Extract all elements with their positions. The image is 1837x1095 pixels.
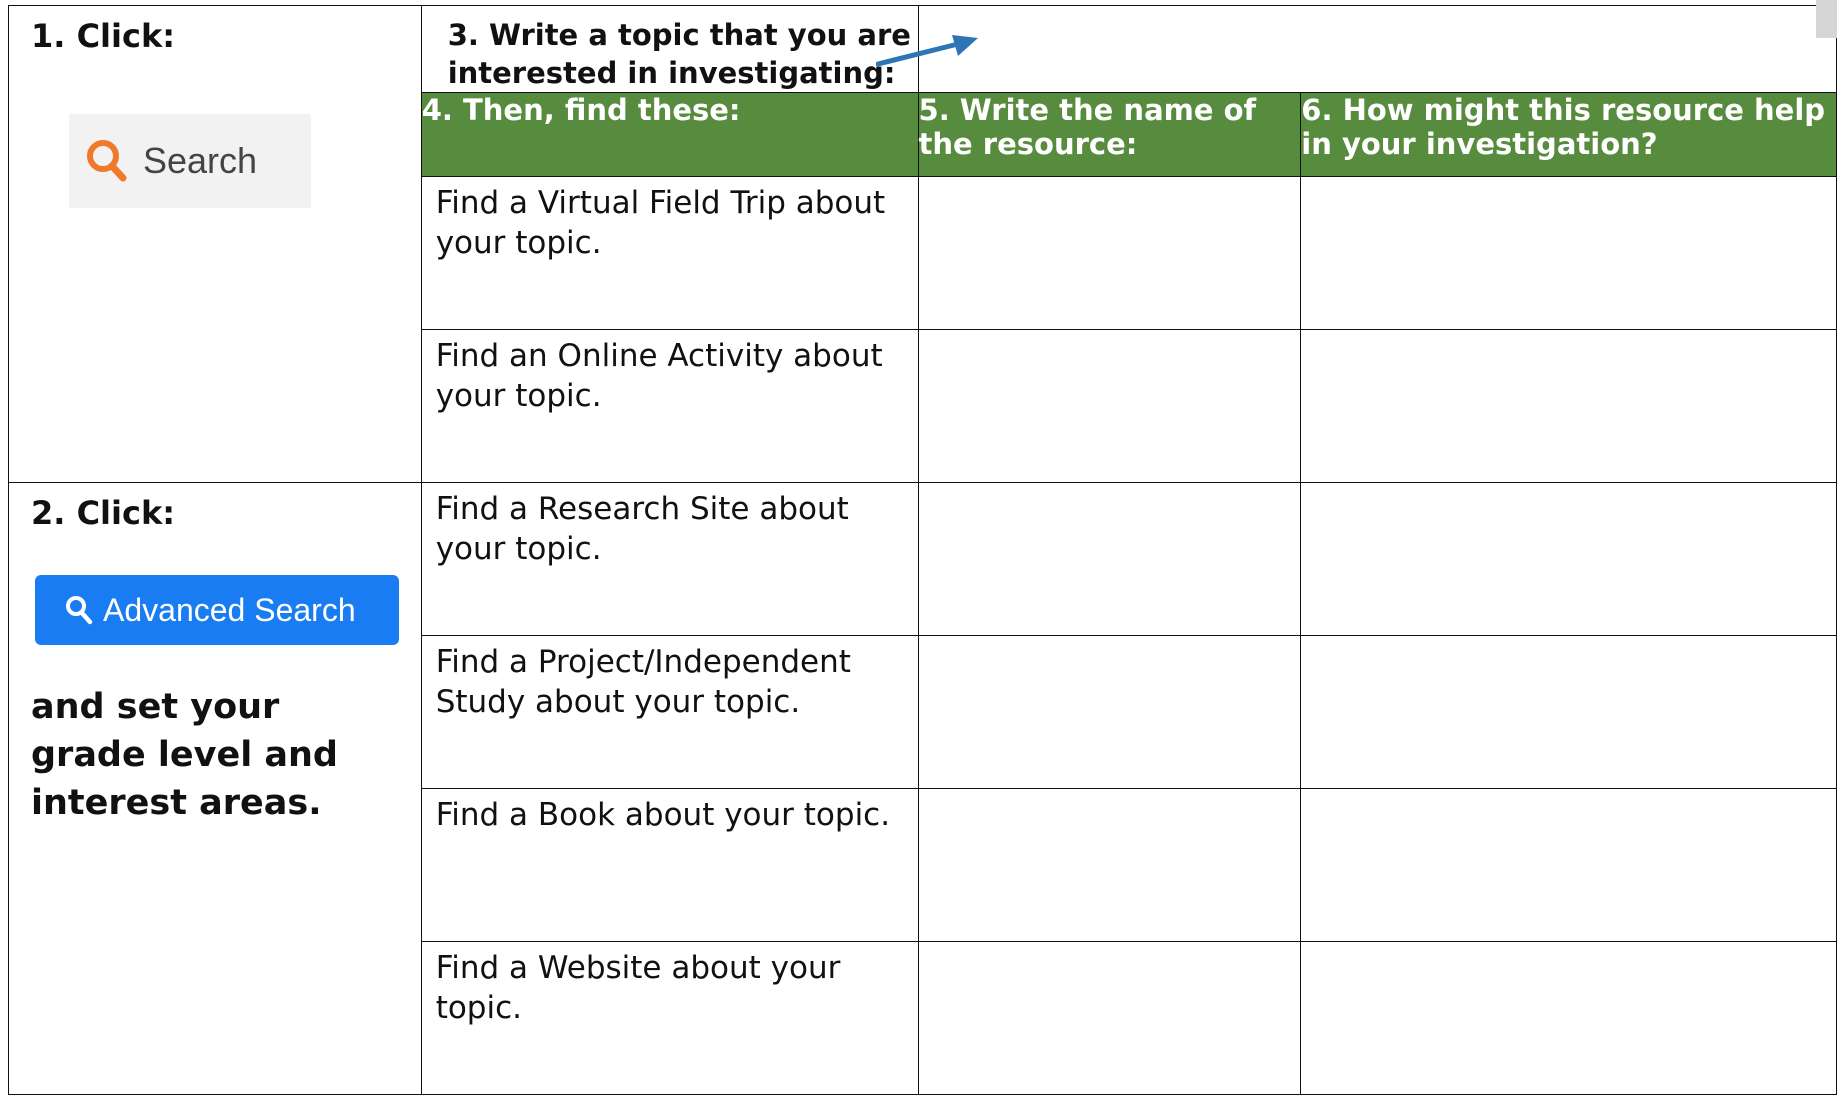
row-prompt-text: Find a Book about your topic. <box>435 797 891 833</box>
search-chip-label: Search <box>143 140 258 181</box>
topic-prompt-cell: 3. Write a topic that you are interested… <box>420 5 978 93</box>
topic-answer-field[interactable] <box>917 5 1837 93</box>
resource-help-field[interactable] <box>1300 941 1837 1095</box>
table-row-prompt: Find an Online Activity about your topic… <box>420 329 919 483</box>
page-edge-tab <box>1816 0 1837 38</box>
row-prompt-text: Find a Research Site about your topic. <box>435 491 849 567</box>
resource-name-field[interactable] <box>917 941 1302 1095</box>
header-how-help: 6. How might this resource help in your … <box>1300 92 1837 177</box>
grade-instructions: and set your grade level and interest ar… <box>31 687 338 823</box>
arrow-icon <box>875 35 978 67</box>
table-row-prompt: Find a Website about your topic. <box>420 941 919 1095</box>
advanced-search-button-label: Advanced Search <box>103 591 356 628</box>
table-row-prompt: Find a Virtual Field Trip about your top… <box>420 176 919 330</box>
header-then-find-label: 4. Then, find these: <box>421 93 741 127</box>
search-icon <box>66 596 93 625</box>
row-prompt-text: Find an Online Activity about your topic… <box>435 338 883 414</box>
header-how-help-label: 6. How might this resource help in your … <box>1301 93 1826 161</box>
table-row-prompt: Find a Book about your topic. <box>420 788 919 942</box>
header-resource-name-label: 5. Write the name of the resource: <box>918 93 1257 161</box>
resource-help-field[interactable] <box>1300 482 1837 636</box>
search-icon <box>87 140 127 182</box>
step2-cell: 2. Click: Advanced Search and set your g… <box>8 482 422 1095</box>
resource-help-field[interactable] <box>1300 635 1837 789</box>
header-then-find: 4. Then, find these: <box>420 92 919 177</box>
row-prompt-text: Find a Virtual Field Trip about your top… <box>435 185 886 261</box>
resource-name-field[interactable] <box>917 176 1302 330</box>
row-prompt-text: Find a Website about your topic. <box>435 950 841 1026</box>
search-chip: Search <box>69 114 311 208</box>
step1-label: 1. Click: <box>31 17 176 55</box>
step2-label: 2. Click: <box>31 494 176 532</box>
resource-name-field[interactable] <box>917 482 1302 636</box>
topic-prompt: 3. Write a topic that you are interested… <box>447 18 911 90</box>
table-row-prompt: Find a Project/Independent Study about y… <box>420 635 919 789</box>
step1-cell: 1. Click: Search <box>8 5 422 483</box>
header-resource-name: 5. Write the name of the resource: <box>917 92 1302 177</box>
resource-name-field[interactable] <box>917 788 1302 942</box>
resource-help-field[interactable] <box>1300 329 1837 483</box>
row-prompt-text: Find a Project/Independent Study about y… <box>435 644 851 720</box>
advanced-search-button: Advanced Search <box>35 575 399 645</box>
resource-name-field[interactable] <box>917 635 1302 789</box>
worksheet-table: 1. Click: Search 3. Write a topic that y… <box>8 5 1837 1095</box>
table-row-prompt: Find a Research Site about your topic. <box>420 482 919 636</box>
resource-name-field[interactable] <box>917 329 1302 483</box>
resource-help-field[interactable] <box>1300 788 1837 942</box>
resource-help-field[interactable] <box>1300 176 1837 330</box>
